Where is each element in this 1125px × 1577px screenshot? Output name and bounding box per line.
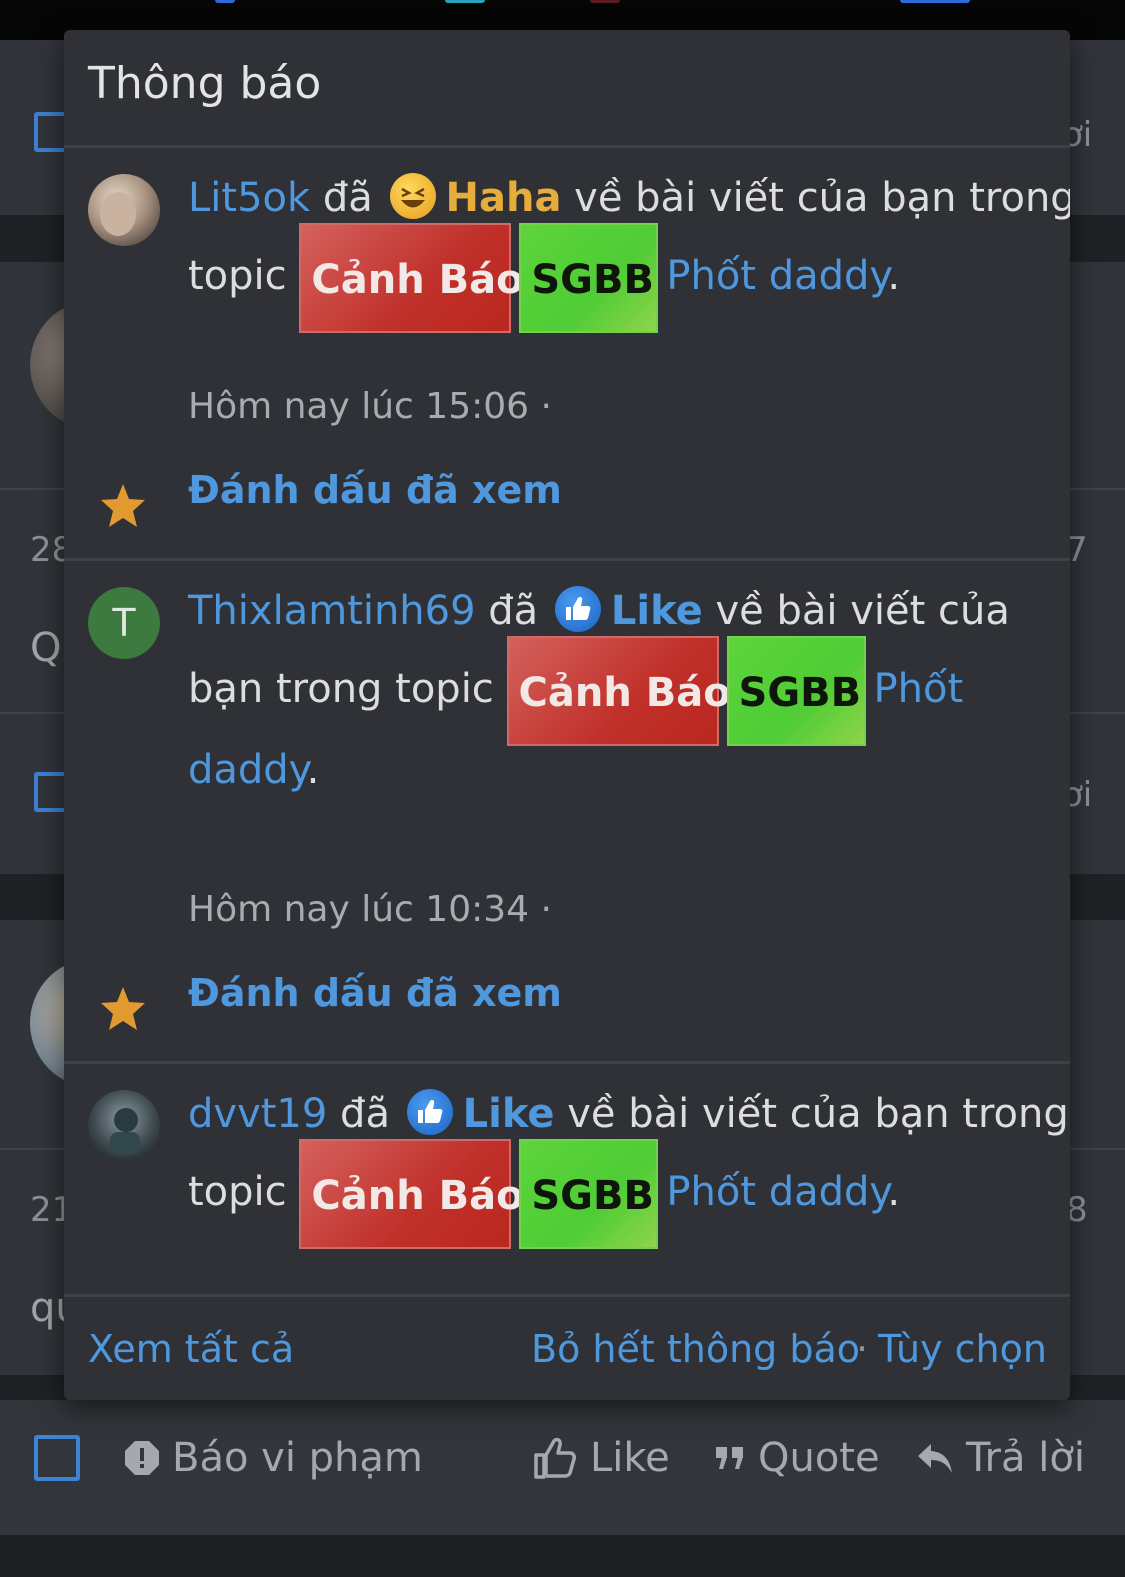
report-button[interactable]: Báo vi phạm bbox=[124, 1426, 423, 1490]
sgbb-prefix-badge: SGBB bbox=[726, 636, 866, 746]
verb-text: đã bbox=[322, 175, 373, 221]
notification-item[interactable]: Lit5ok đã Haha về bài viết của bạn trong… bbox=[64, 148, 1070, 561]
footer-separator: · bbox=[856, 1327, 869, 1371]
notification-text-part: về bài viết của bạn trong bbox=[574, 175, 1070, 221]
sgbb-prefix-badge: SGBB bbox=[519, 223, 659, 333]
quote-label: Quote bbox=[758, 1435, 880, 1481]
popup-title: Thông báo bbox=[88, 58, 322, 109]
verb-text: đã bbox=[340, 1091, 390, 1137]
notification-text-part: bạn trong topic bbox=[188, 666, 494, 712]
quote-button[interactable]: Quote bbox=[714, 1426, 880, 1490]
topic-link[interactable]: Phốt bbox=[874, 666, 964, 712]
username-link[interactable]: dvvt19 bbox=[188, 1091, 327, 1137]
status-icon-fragment bbox=[900, 0, 970, 3]
topic-link[interactable]: Phốt daddy bbox=[666, 253, 887, 299]
period: . bbox=[887, 1169, 901, 1215]
notification-text: Thixlamtinh69 đã Like về bài viết của bạ… bbox=[188, 586, 1058, 821]
notification-text-part: topic bbox=[188, 1169, 287, 1215]
status-icon-fragment bbox=[215, 0, 235, 3]
username-link[interactable]: Lit5ok bbox=[188, 175, 310, 221]
username-link[interactable]: Thixlamtinh69 bbox=[188, 588, 476, 634]
view-all-link[interactable]: Xem tất cả bbox=[88, 1327, 294, 1371]
reaction-label: Haha bbox=[445, 175, 562, 221]
notification-time: Hôm nay lúc 10:34 · bbox=[188, 889, 552, 930]
reply-icon bbox=[918, 1444, 952, 1473]
star-icon[interactable] bbox=[98, 481, 148, 531]
warning-prefix-badge: Cảnh Báo bbox=[299, 223, 524, 333]
notification-item[interactable]: dvvt19 đã Like về bài viết của bạn trong… bbox=[64, 1064, 1070, 1300]
status-icon-fragment bbox=[445, 0, 485, 3]
warning-prefix-badge: Cảnh Báo bbox=[506, 636, 731, 746]
popup-footer: Xem tất cả Bỏ hết thông báo · Tùy chọn bbox=[64, 1294, 1070, 1400]
avatar-image bbox=[88, 1090, 160, 1162]
reply-button[interactable]: Trả lời bbox=[916, 1426, 1085, 1490]
warning-prefix-badge: Cảnh Báo bbox=[299, 1139, 524, 1249]
mark-read-link[interactable]: Đánh dấu đã xem bbox=[188, 468, 562, 512]
quote-icon bbox=[716, 1447, 743, 1469]
reaction-label: Like bbox=[610, 588, 703, 634]
notification-popup: Thông báo Lit5ok đã Haha về bài viết của… bbox=[64, 30, 1070, 1400]
bottom-strip bbox=[0, 1535, 1125, 1577]
notification-item[interactable]: T Thixlamtinh69 đã Like về bài viết của … bbox=[64, 561, 1070, 1064]
haha-emoji-icon bbox=[389, 173, 436, 219]
avatar-image bbox=[88, 174, 160, 246]
like-emoji-icon bbox=[554, 586, 601, 632]
like-button[interactable]: Like bbox=[532, 1426, 670, 1490]
post-action-bar: Báo vi phạm Like Quote Trả lời bbox=[0, 1400, 1125, 1535]
select-post-checkbox[interactable] bbox=[34, 1435, 80, 1481]
avatar[interactable]: T bbox=[88, 587, 160, 659]
avatar[interactable] bbox=[88, 1090, 160, 1162]
notification-text: dvvt19 đã Like về bài viết của bạn trong… bbox=[188, 1089, 1069, 1249]
status-icon-fragment bbox=[590, 0, 620, 3]
period: . bbox=[306, 747, 320, 793]
like-label: Like bbox=[590, 1435, 670, 1481]
screen: ơi 28 7 Q ơi 21 8 qu Báo vi phạm Like Qu… bbox=[0, 0, 1125, 1577]
background-text: Q bbox=[30, 625, 62, 671]
reply-label: Trả lời bbox=[966, 1435, 1085, 1481]
like-emoji-icon bbox=[406, 1089, 453, 1135]
period: . bbox=[887, 253, 901, 299]
sgbb-prefix-badge: SGBB bbox=[519, 1139, 659, 1249]
notification-text-part: về bài viết của bbox=[715, 588, 1010, 634]
options-link[interactable]: Tùy chọn bbox=[878, 1327, 1047, 1371]
notification-text: Lit5ok đã Haha về bài viết của bạn trong… bbox=[188, 173, 1070, 333]
reaction-label: Like bbox=[462, 1091, 555, 1137]
mark-read-link[interactable]: Đánh dấu đã xem bbox=[188, 971, 562, 1015]
topic-link[interactable]: Phốt daddy bbox=[666, 1169, 887, 1215]
unfollow-all-link[interactable]: Bỏ hết thông báo bbox=[531, 1327, 860, 1371]
avatar[interactable] bbox=[88, 174, 160, 246]
report-label: Báo vi phạm bbox=[172, 1435, 423, 1481]
popup-header: Thông báo bbox=[64, 30, 1070, 148]
star-icon[interactable] bbox=[98, 984, 148, 1034]
notification-text-part: topic bbox=[188, 253, 287, 299]
topic-link[interactable]: daddy bbox=[188, 747, 307, 793]
verb-text: đã bbox=[488, 588, 539, 634]
report-icon bbox=[125, 1441, 159, 1475]
notification-text-part: về bài viết của bạn trong bbox=[567, 1091, 1069, 1137]
thumbs-up-icon bbox=[534, 1437, 576, 1479]
notification-time: Hôm nay lúc 15:06 · bbox=[188, 386, 552, 427]
